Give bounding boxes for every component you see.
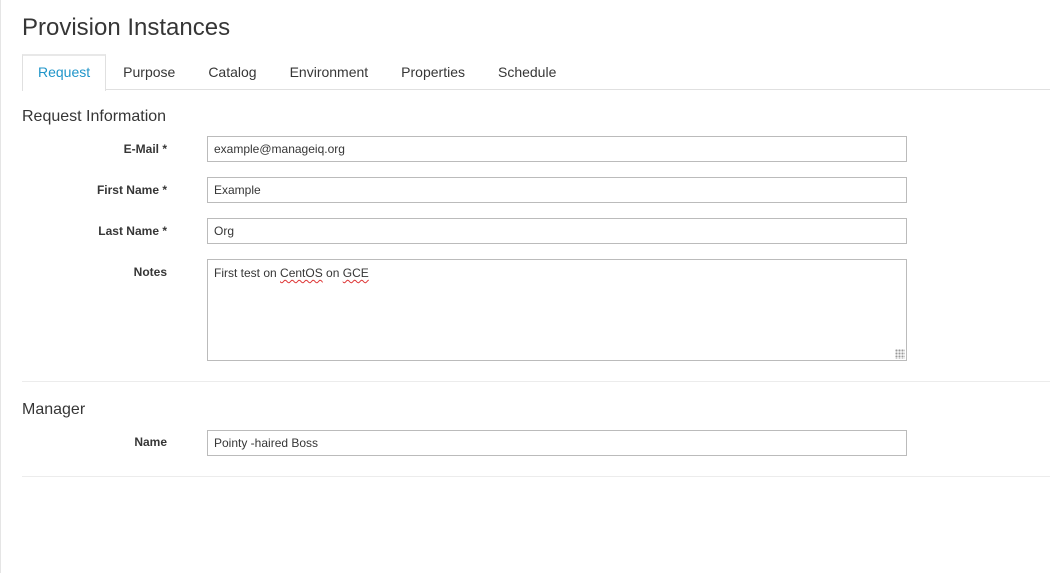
email-label: E-Mail * xyxy=(123,142,167,156)
notes-text-centos: CentOS xyxy=(280,266,323,280)
manager-name-label: Name xyxy=(134,435,167,449)
tab-catalog[interactable]: Catalog xyxy=(192,54,272,89)
first-name-label: First Name * xyxy=(96,183,167,197)
manager-name-field[interactable]: Pointy -haired Boss xyxy=(207,430,907,456)
left-border xyxy=(0,0,1,573)
request-information-heading: Request Information xyxy=(22,108,167,125)
tab-request[interactable]: Request xyxy=(22,54,107,91)
tab-purpose[interactable]: Purpose xyxy=(107,54,191,89)
notes-text-2: on xyxy=(322,266,343,280)
first-name-field[interactable]: Example xyxy=(207,177,907,203)
tab-properties[interactable]: Properties xyxy=(385,54,481,89)
page-title: Provision Instances xyxy=(22,14,231,41)
notes-text-1: First test on xyxy=(214,266,281,280)
tab-schedule[interactable]: Schedule xyxy=(482,54,572,89)
last-name-label: Last Name * xyxy=(98,224,167,238)
resize-handle[interactable] xyxy=(895,349,905,359)
email-field[interactable]: example@manageiq.org xyxy=(207,136,907,162)
section-divider xyxy=(22,381,1050,382)
section-divider-bottom xyxy=(22,476,1050,477)
last-name-field[interactable]: Org xyxy=(207,218,907,244)
tab-environment[interactable]: Environment xyxy=(274,54,385,89)
notes-textarea[interactable]: First test on CentOS on GCE xyxy=(207,259,907,361)
manager-heading: Manager xyxy=(22,401,86,418)
tab-bar: Request Purpose Catalog Environment Prop… xyxy=(22,54,1050,91)
notes-text-gce: GCE xyxy=(342,266,369,280)
notes-label: Notes xyxy=(133,265,167,279)
